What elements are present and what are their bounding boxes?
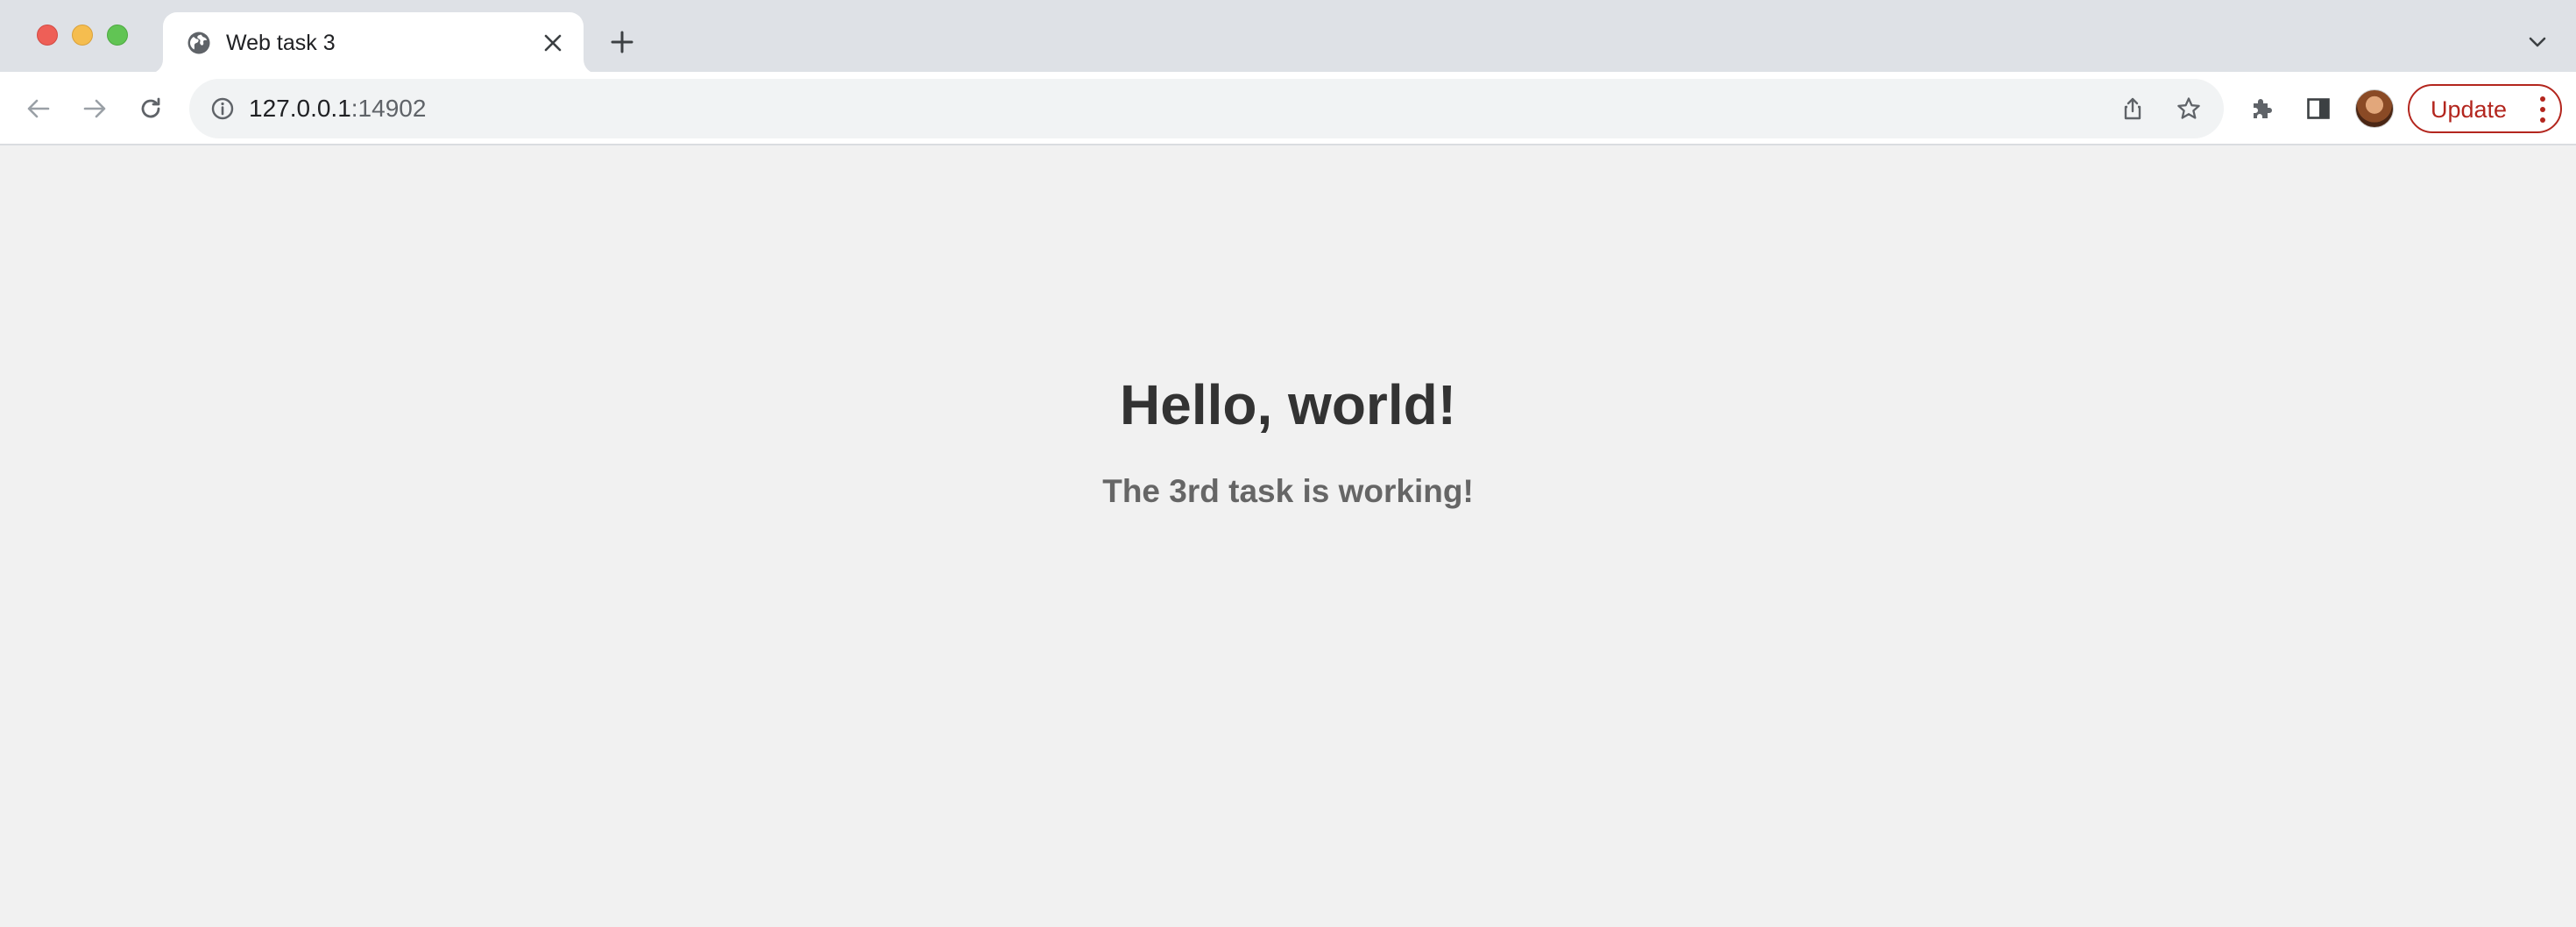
globe-icon	[186, 30, 212, 56]
reload-button[interactable]	[130, 88, 172, 130]
more-menu-icon[interactable]	[2537, 96, 2548, 123]
browser-toolbar: 127.0.0.1:14902 Update	[0, 72, 2576, 145]
tab-close-icon[interactable]	[538, 28, 568, 58]
tab-strip: Web task 3	[0, 0, 2576, 74]
reload-icon	[141, 97, 160, 118]
tab-title: Web task 3	[226, 31, 336, 55]
share-icon[interactable]	[2115, 91, 2150, 126]
arrow-right-icon	[83, 99, 106, 118]
puzzle-icon	[2254, 99, 2272, 118]
new-tab-button[interactable]	[605, 25, 640, 60]
address-bar[interactable]: 127.0.0.1:14902	[189, 79, 2224, 138]
back-button[interactable]	[18, 88, 60, 130]
forward-button[interactable]	[74, 88, 116, 130]
extensions-button[interactable]	[2245, 91, 2280, 126]
tab-active[interactable]: Web task 3	[163, 12, 584, 74]
profile-avatar[interactable]	[2355, 89, 2394, 128]
browser-window: Web task 3 127.0.0.1:14902 Update Hello,…	[0, 0, 2576, 927]
window-minimize-button[interactable]	[72, 25, 93, 46]
plus-icon	[611, 31, 633, 53]
arrow-left-icon	[27, 99, 50, 118]
url-port: :14902	[350, 95, 427, 122]
chevron-down-icon	[2529, 37, 2546, 47]
window-maximize-button[interactable]	[107, 25, 128, 46]
site-info-icon[interactable]	[207, 93, 238, 124]
update-button-label: Update	[2431, 96, 2508, 123]
update-button[interactable]: Update	[2408, 84, 2562, 133]
bookmark-star-icon[interactable]	[2171, 91, 2206, 126]
url-host: 127.0.0.1	[249, 95, 351, 122]
tab-search-button[interactable]	[2520, 25, 2555, 60]
address-bar-url: 127.0.0.1:14902	[249, 93, 426, 124]
page-content: Hello, world! The 3rd task is working!	[0, 147, 2576, 927]
side-panel-icon	[2307, 98, 2330, 119]
page-heading: Hello, world!	[1120, 373, 1456, 436]
page-subheading: The 3rd task is working!	[1102, 473, 1474, 509]
window-close-button[interactable]	[37, 25, 58, 46]
side-panel-button[interactable]	[2301, 91, 2336, 126]
